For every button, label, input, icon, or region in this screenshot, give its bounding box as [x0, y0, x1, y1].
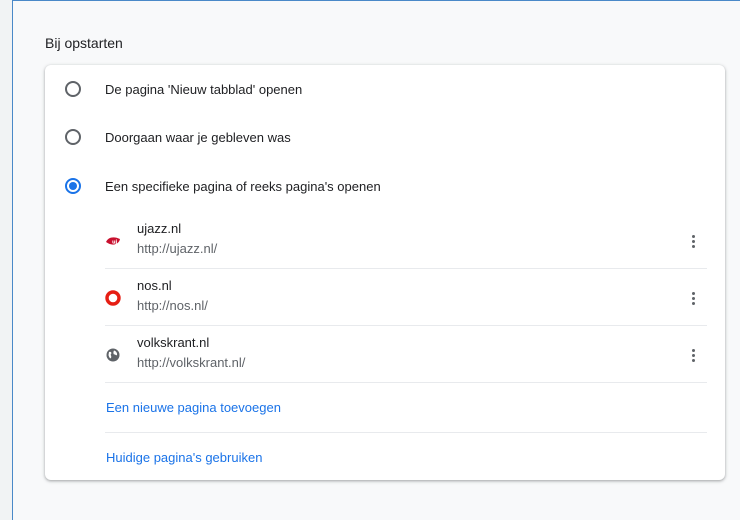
radio-button-continue[interactable]: [65, 129, 81, 145]
radio-option-new-tab[interactable]: De pagina 'Nieuw tabblad' openen: [45, 77, 725, 101]
site-url: http://ujazz.nl/: [137, 241, 218, 256]
startup-page-row: nos.nl http://nos.nl/: [105, 268, 707, 326]
use-current-row: Huidige pagina's gebruiken: [105, 433, 707, 482]
radio-option-continue[interactable]: Doorgaan waar je gebleven was: [45, 125, 725, 149]
radio-label-specific-pages: Een specifieke pagina of reeks pagina's …: [105, 178, 381, 194]
site-name: ujazz.nl: [137, 221, 182, 236]
site-url: http://nos.nl/: [137, 298, 208, 313]
section-title: Bij opstarten: [45, 35, 123, 51]
startup-card: De pagina 'Nieuw tabblad' openen Doorgaa…: [45, 65, 725, 480]
add-page-link[interactable]: Een nieuwe pagina toevoegen: [106, 400, 281, 415]
ujazz-favicon-icon: uj: [106, 237, 120, 246]
radio-option-specific-pages[interactable]: Een specifieke pagina of reeks pagina's …: [45, 174, 725, 198]
radio-label-new-tab: De pagina 'Nieuw tabblad' openen: [105, 81, 303, 97]
startup-page-row: uj ujazz.nl http://ujazz.nl/: [105, 211, 707, 269]
site-name: volkskrant.nl: [137, 335, 210, 350]
add-page-row: Een nieuwe pagina toevoegen: [105, 383, 707, 433]
svg-text:uj: uj: [112, 240, 118, 246]
settings-panel: Bij opstarten De pagina 'Nieuw tabblad' …: [12, 0, 740, 520]
radio-label-continue: Doorgaan waar je gebleven was: [105, 129, 291, 145]
use-current-pages-link[interactable]: Huidige pagina's gebruiken: [106, 450, 262, 465]
nos-favicon-icon: [105, 290, 121, 306]
site-name: nos.nl: [137, 278, 172, 293]
globe-icon: [106, 348, 120, 362]
more-actions-icon[interactable]: [679, 341, 707, 369]
startup-page-row: volkskrant.nl http://volkskrant.nl/: [105, 325, 707, 383]
more-actions-icon[interactable]: [679, 227, 707, 255]
radio-button-specific-pages[interactable]: [65, 178, 81, 194]
site-url: http://volkskrant.nl/: [137, 355, 246, 370]
more-actions-icon[interactable]: [679, 284, 707, 312]
radio-button-new-tab[interactable]: [65, 81, 81, 97]
